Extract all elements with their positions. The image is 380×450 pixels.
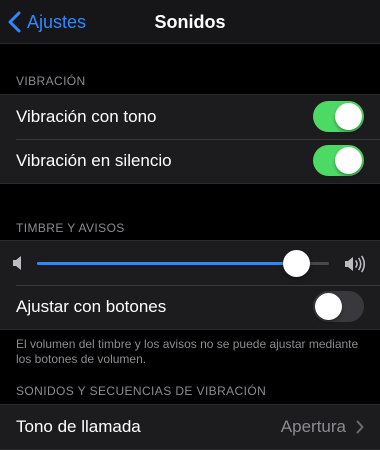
section-header-vibration: VIBRACIÓN [16, 74, 86, 88]
vibration-with-ringtone-row: Vibración con tono [0, 95, 380, 139]
chevron-right-icon [356, 420, 364, 434]
section-header-sounds: SONIDOS Y SECUENCIAS DE VIBRACIÓN [16, 384, 267, 398]
vibration-group: Vibración con tono Vibración en silencio [0, 94, 380, 184]
ringtone-row[interactable]: Tono de llamada Apertura [0, 405, 380, 449]
adjust-with-buttons-toggle[interactable] [313, 291, 364, 322]
section-header-ringer: TIMBRE Y AVISOS [16, 221, 125, 235]
toggle-knob [335, 147, 362, 174]
vibration-with-ringtone-toggle[interactable] [313, 101, 364, 132]
ringer-group: Ajustar con botones [0, 240, 380, 330]
speaker-icon [13, 256, 21, 270]
sounds-settings-screen: Ajustes Sonidos VIBRACIÓN Vibración con … [0, 0, 380, 450]
row-value: Apertura [280, 417, 346, 436]
page-title: Sonidos [154, 12, 226, 32]
row-label: Tono de llamada [16, 417, 141, 436]
ringer-volume-row [0, 241, 380, 285]
ringer-volume-slider[interactable] [37, 250, 329, 277]
navigation-bar: Ajustes Sonidos [0, 0, 380, 44]
adjust-with-buttons-row: Ajustar con botones [0, 285, 380, 329]
vibration-in-silent-row: Vibración en silencio [0, 139, 380, 183]
slider-thumb[interactable] [283, 250, 311, 277]
sounds-group: Tono de llamada Apertura [0, 404, 380, 450]
ringer-footnote: El volumen del timbre y los avisos no se… [16, 337, 359, 366]
slider-fill [37, 262, 297, 265]
row-label: Vibración con tono [16, 107, 157, 126]
toggle-knob [315, 293, 342, 320]
row-label: Ajustar con botones [16, 297, 167, 316]
toggle-knob [335, 103, 362, 130]
speaker-wave-icon [345, 255, 366, 273]
row-label: Vibración en silencio [16, 151, 172, 170]
vibration-in-silent-toggle[interactable] [313, 145, 364, 176]
